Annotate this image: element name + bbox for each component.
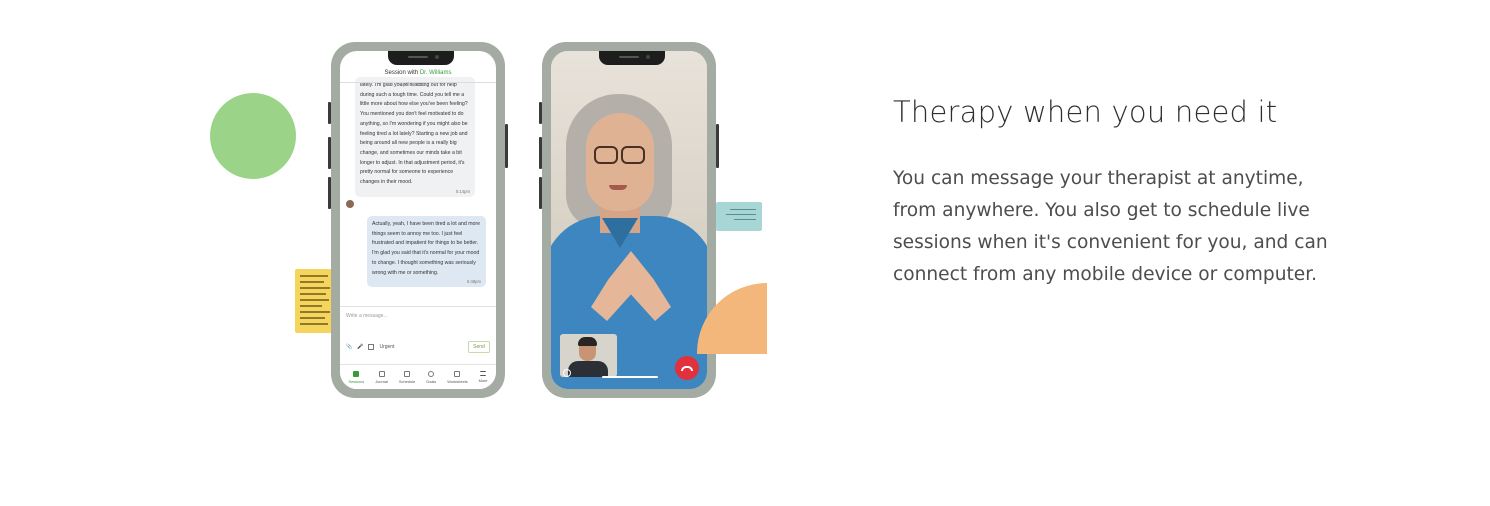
tab-journal[interactable]: Journal bbox=[375, 370, 388, 384]
calendar-icon bbox=[404, 370, 411, 377]
menu-icon bbox=[480, 371, 487, 376]
message-composer: Write a message... 📎 🎤 Urgent Send bbox=[340, 306, 496, 355]
lightbulb-icon bbox=[428, 370, 435, 377]
therapist-avatar bbox=[346, 200, 354, 208]
end-call-button[interactable] bbox=[675, 356, 699, 380]
therapist-video-feed bbox=[551, 51, 707, 389]
journal-icon bbox=[378, 370, 385, 377]
feature-title: Therapy when you need it bbox=[893, 95, 1278, 129]
video-call-screen bbox=[551, 51, 707, 389]
urgent-checkbox[interactable] bbox=[368, 344, 375, 350]
tab-schedule[interactable]: Schedule bbox=[399, 370, 415, 384]
therapist-message-bubble: lately. I'm glad you're reaching out for… bbox=[355, 77, 475, 197]
video-call-phone-mockup bbox=[539, 42, 719, 398]
decorative-teal-card bbox=[716, 202, 762, 231]
camera-flip-icon[interactable] bbox=[563, 369, 571, 377]
send-button[interactable]: Send bbox=[468, 341, 490, 353]
feature-description: You can message your therapist at anytim… bbox=[893, 168, 1328, 285]
bottom-tab-bar: Sessions Journal Schedule Goals Workshee… bbox=[340, 364, 496, 389]
chat-icon bbox=[353, 370, 360, 377]
tab-goals[interactable]: Goals bbox=[426, 370, 436, 384]
tab-more[interactable]: More bbox=[479, 371, 487, 383]
message-input[interactable]: Write a message... bbox=[346, 313, 388, 319]
decorative-sticky-note bbox=[295, 269, 335, 333]
tab-sessions[interactable]: Sessions bbox=[348, 370, 364, 384]
messaging-screen: lately. I'm glad you're reaching out for… bbox=[340, 51, 496, 389]
home-indicator bbox=[602, 376, 658, 378]
tab-worksheets[interactable]: Worksheets bbox=[447, 370, 468, 384]
session-header: Session with Dr. Williams bbox=[340, 65, 496, 83]
client-message-bubble: Actually, yeah, I have been tired a lot … bbox=[367, 216, 486, 288]
date-stamp: April 1, 2021 bbox=[400, 82, 426, 87]
phone-hangup-icon bbox=[681, 365, 693, 371]
worksheet-icon bbox=[454, 370, 461, 377]
messaging-phone-mockup: lately. I'm glad you're reaching out for… bbox=[328, 42, 508, 398]
microphone-icon[interactable]: 🎤 bbox=[357, 344, 363, 350]
urgent-label: Urgent bbox=[379, 344, 395, 350]
paperclip-icon[interactable]: 📎 bbox=[346, 344, 352, 350]
decorative-green-circle bbox=[210, 93, 296, 179]
